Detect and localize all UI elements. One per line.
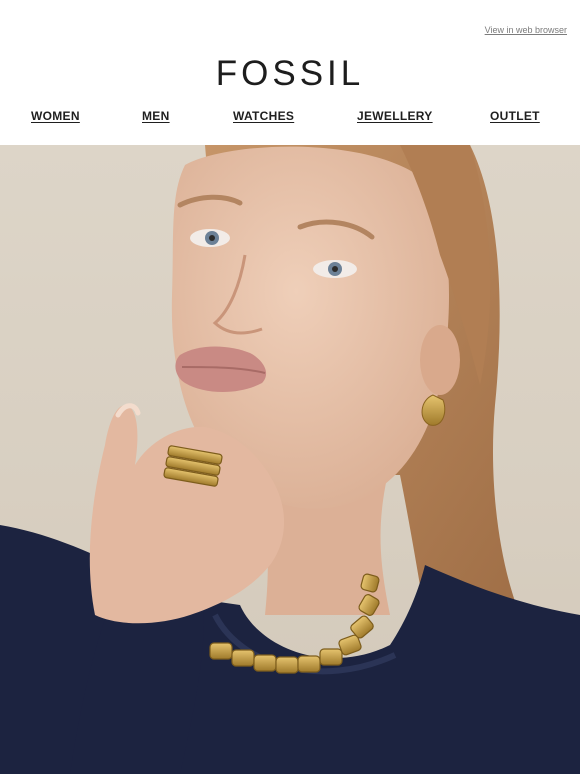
- hero-illustration: [0, 145, 580, 774]
- nav-item-jewellery[interactable]: JEWELLERY: [357, 109, 433, 123]
- nav-item-men[interactable]: MEN: [142, 109, 170, 123]
- nav-item-outlet[interactable]: OUTLET: [490, 109, 540, 123]
- nav-item-women[interactable]: WOMEN: [31, 109, 80, 123]
- view-in-browser-link[interactable]: View in web browser: [485, 25, 567, 35]
- main-navigation: WOMEN MEN WATCHES JEWELLERY OUTLET: [0, 109, 580, 127]
- nav-item-watches[interactable]: WATCHES: [233, 109, 294, 123]
- hero-image[interactable]: [0, 145, 580, 774]
- ear-shape: [420, 325, 460, 395]
- fossil-logo[interactable]: FOSSIL: [0, 54, 580, 94]
